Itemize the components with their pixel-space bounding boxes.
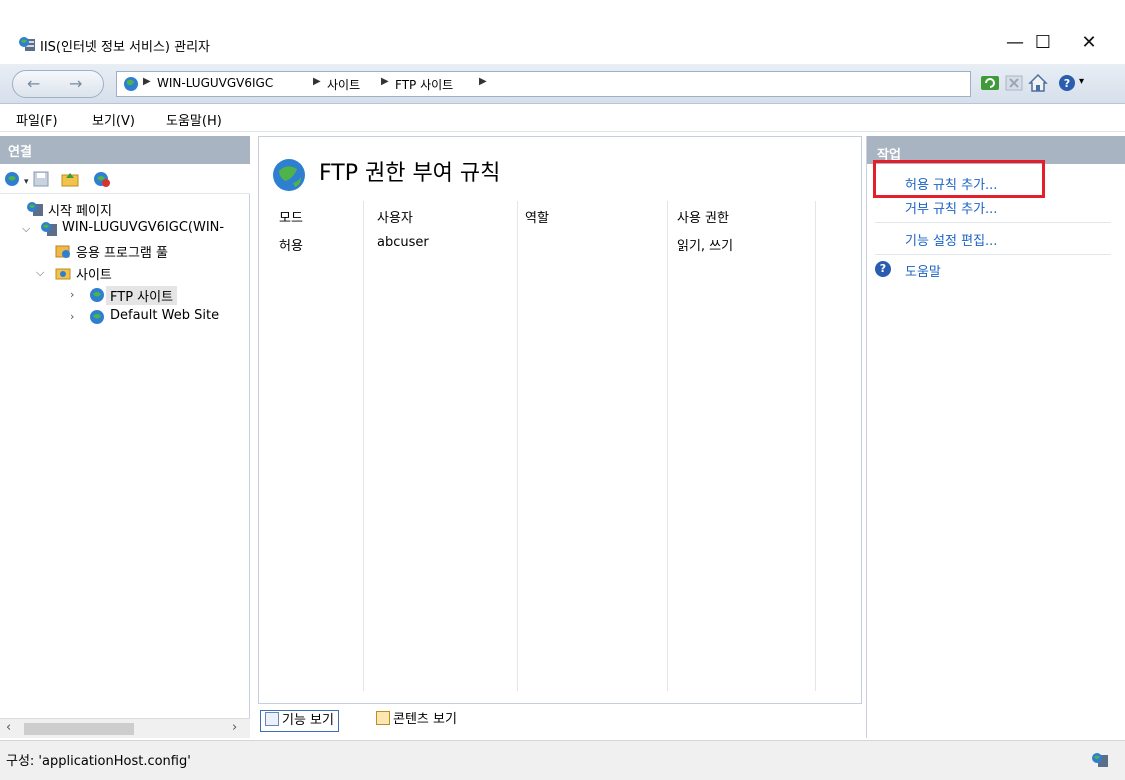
expand-chevron-icon[interactable]: › xyxy=(70,288,74,301)
refresh-icon[interactable] xyxy=(979,72,1001,94)
svg-text:▾: ▾ xyxy=(24,177,29,187)
connect-icon[interactable]: ▾ xyxy=(4,170,30,188)
column-header-user[interactable]: 사용자 xyxy=(377,207,413,226)
expand-chevron-icon[interactable]: › xyxy=(70,310,74,323)
globe-icon xyxy=(90,310,104,324)
menu-help[interactable]: 도움말(H) xyxy=(166,110,222,129)
menu-bar: 파일(F) 보기(V) 도움말(H) xyxy=(0,104,1125,132)
add-deny-rule-link[interactable]: 거부 규칙 추가... xyxy=(905,198,997,217)
back-button[interactable]: ← xyxy=(27,74,40,93)
breadcrumb-separator: ▶ xyxy=(381,76,389,87)
scroll-right-icon[interactable]: › xyxy=(232,720,237,735)
tree-item-label: 응용 프로그램 풀 xyxy=(76,246,168,261)
help-icon: ? xyxy=(875,261,891,277)
connections-toolbar: ▾ xyxy=(0,164,250,194)
address-bar: ← → ▶ WIN-LUGUVGV6IGC ▶ 사이트 ▶ FTP 사이트 ▶ … xyxy=(0,64,1125,104)
tab-label: 콘텐츠 보기 xyxy=(393,712,457,727)
scroll-left-icon[interactable]: ‹ xyxy=(6,720,11,735)
status-bar: 구성: 'applicationHost.config' xyxy=(0,740,1125,780)
forward-button[interactable]: → xyxy=(69,74,82,93)
navigation-buttons: ← → xyxy=(12,70,104,98)
rules-table: 모드 사용자 역할 사용 권한 허용 abcuser 읽기, 쓰기 xyxy=(269,201,855,691)
help-dropdown-icon[interactable]: ? xyxy=(1057,72,1079,94)
tree-item-label: Default Web Site xyxy=(110,308,220,323)
tree-item-label: WIN-LUGUVGV6IGC(WIN- xyxy=(62,220,225,235)
cell-mode[interactable]: 허용 xyxy=(279,235,303,254)
status-server-icon xyxy=(1092,753,1108,767)
breadcrumb-separator: ▶ xyxy=(479,76,487,87)
ftp-globe-icon xyxy=(273,159,305,191)
connections-header: 연결 xyxy=(0,136,250,164)
app-pool-icon xyxy=(55,245,70,258)
menu-file[interactable]: 파일(F) xyxy=(16,110,58,129)
divider xyxy=(875,222,1111,223)
breadcrumb-separator: ▶ xyxy=(143,76,151,87)
maximize-button[interactable]: ☐ xyxy=(1020,26,1066,60)
sites-folder-icon xyxy=(55,268,71,280)
help-link[interactable]: 도움말 xyxy=(905,261,941,280)
tab-content-view[interactable]: 콘텐츠 보기 xyxy=(372,710,461,732)
highlight-box xyxy=(873,160,1045,198)
status-text: 구성: 'applicationHost.config' xyxy=(6,754,191,769)
server-icon xyxy=(41,222,57,236)
address-toolbar: ? ▾ xyxy=(975,72,1125,96)
chevron-down-icon[interactable]: ▾ xyxy=(1079,76,1084,87)
tree-item-label: FTP 사이트 xyxy=(106,286,178,305)
svg-text:?: ? xyxy=(1064,77,1070,90)
up-folder-icon[interactable] xyxy=(60,170,80,188)
window-title: IIS(인터넷 정보 서비스) 관리자 xyxy=(40,40,211,55)
breadcrumb-sites[interactable]: 사이트 xyxy=(327,76,360,93)
collapse-chevron-icon[interactable]: ⌵ xyxy=(36,266,44,280)
content-view-icon xyxy=(376,711,390,725)
breadcrumb-server[interactable]: WIN-LUGUVGV6IGC xyxy=(157,76,273,90)
connections-panel: 연결 ▾ 시작 페이지 ⌵ WIN-LUGUVGV6IGC(WIN- 응용 프로… xyxy=(0,136,250,738)
tree-item-label: 사이트 xyxy=(76,268,112,283)
column-header-role[interactable]: 역할 xyxy=(525,207,549,226)
actions-panel: 작업 허용 규칙 추가... 거부 규칙 추가... 기능 설정 편집... ?… xyxy=(866,136,1125,738)
column-header-permissions[interactable]: 사용 권한 xyxy=(677,207,729,226)
close-button[interactable]: ✕ xyxy=(1066,26,1112,60)
globe-icon xyxy=(124,77,138,91)
tree-item-label: 시작 페이지 xyxy=(48,204,112,219)
disconnect-icon[interactable] xyxy=(92,170,112,188)
column-header-mode[interactable]: 모드 xyxy=(279,207,303,226)
save-icon[interactable] xyxy=(32,170,50,188)
start-page-icon xyxy=(27,202,43,216)
cell-user[interactable]: abcuser xyxy=(377,235,429,250)
globe-icon xyxy=(90,288,104,302)
stop-icon[interactable] xyxy=(1003,72,1025,94)
iis-app-icon xyxy=(19,37,35,51)
connections-title: 연결 xyxy=(8,145,32,160)
divider xyxy=(875,254,1111,255)
breadcrumb-separator: ▶ xyxy=(313,76,321,87)
collapse-chevron-icon[interactable]: ⌵ xyxy=(22,222,30,236)
tab-label: 기능 보기 xyxy=(282,713,334,728)
home-icon[interactable] xyxy=(1027,72,1049,94)
page-title: FTP 권한 부여 규칙 xyxy=(319,161,501,186)
feature-panel: FTP 권한 부여 규칙 모드 사용자 역할 사용 권한 허용 abcuser … xyxy=(258,136,862,738)
scroll-thumb[interactable] xyxy=(24,723,134,735)
feature-view-icon xyxy=(265,712,279,726)
title-bar: IIS(인터넷 정보 서비스) 관리자 — ☐ ✕ xyxy=(0,0,1125,60)
horizontal-scrollbar[interactable]: ‹ › xyxy=(0,718,250,738)
address-field[interactable]: ▶ WIN-LUGUVGV6IGC ▶ 사이트 ▶ FTP 사이트 ▶ xyxy=(116,71,971,97)
feature-content: FTP 권한 부여 규칙 모드 사용자 역할 사용 권한 허용 abcuser … xyxy=(258,136,862,704)
tab-feature-view[interactable]: 기능 보기 xyxy=(260,710,339,732)
edit-feature-settings-link[interactable]: 기능 설정 편집... xyxy=(905,230,997,249)
view-tabs: 기능 보기 콘텐츠 보기 xyxy=(258,708,862,734)
menu-view[interactable]: 보기(V) xyxy=(92,110,135,129)
cell-permissions[interactable]: 읽기, 쓰기 xyxy=(677,235,733,254)
breadcrumb-ftp-site[interactable]: FTP 사이트 xyxy=(395,76,453,93)
